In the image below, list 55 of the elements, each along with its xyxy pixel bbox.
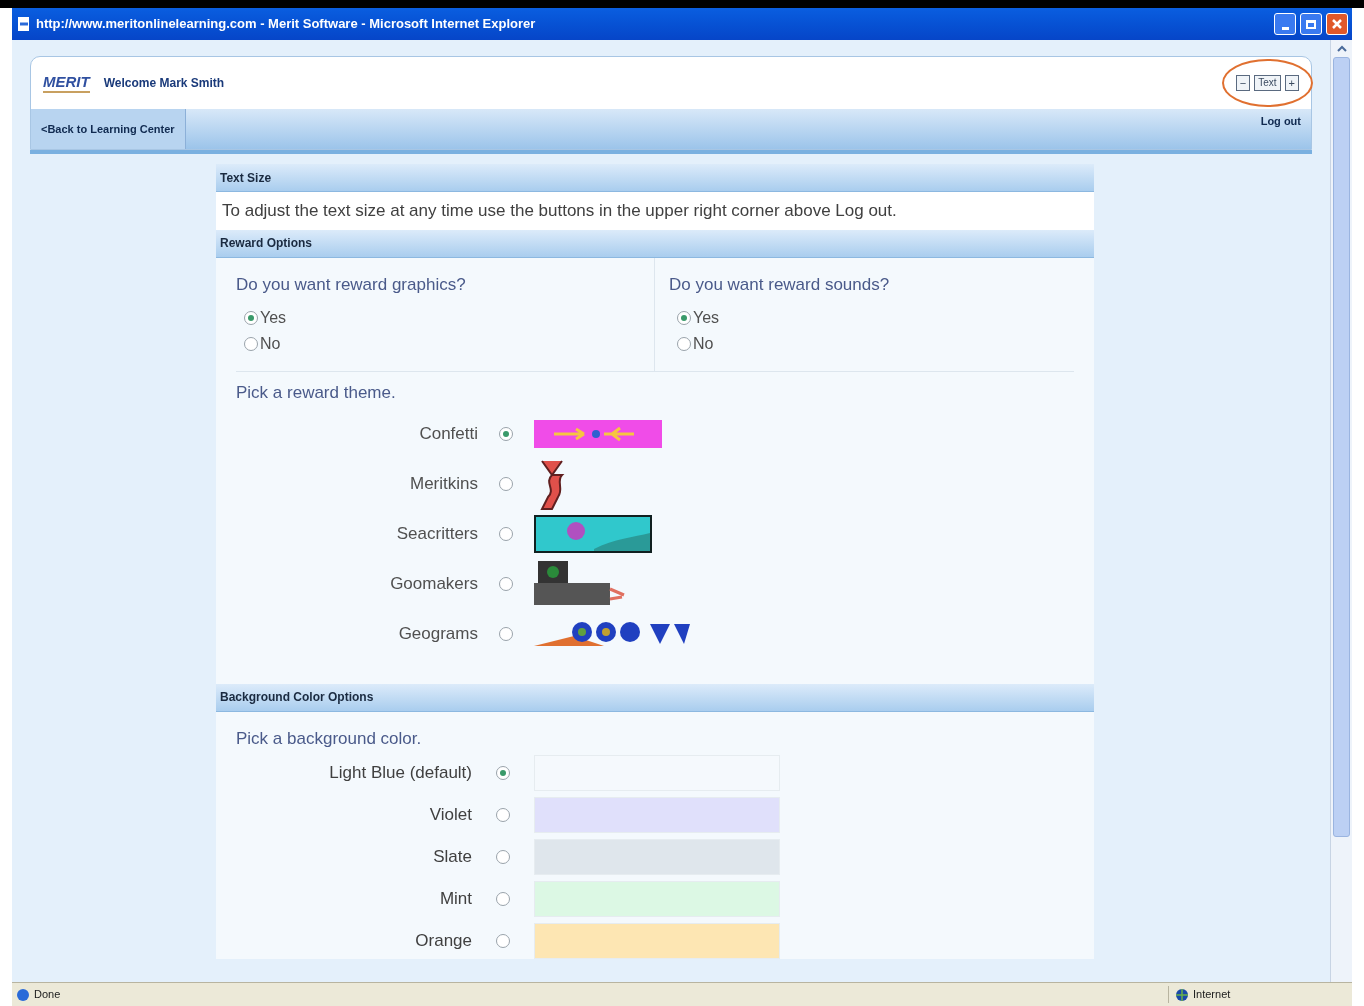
zone-text: Internet [1193, 987, 1231, 1003]
increase-text-button[interactable]: + [1284, 75, 1299, 91]
decrease-text-button[interactable]: − [1235, 75, 1251, 91]
radio-button[interactable] [677, 311, 691, 325]
welcome-text: Welcome Mark Smith [103, 75, 225, 92]
page-icon [16, 987, 30, 1002]
minimize-button[interactable] [1274, 13, 1296, 35]
close-button[interactable] [1326, 13, 1348, 35]
radio-button[interactable] [496, 766, 510, 780]
option-label: No [693, 334, 714, 354]
radio-button[interactable] [496, 808, 510, 822]
merit-logo: MERIT [43, 73, 90, 93]
radio-button[interactable] [496, 892, 510, 906]
radio-button[interactable] [499, 426, 513, 441]
page-icon [16, 16, 32, 32]
question-label: Do you want reward sounds? [669, 273, 891, 296]
scroll-thumb[interactable] [1333, 57, 1350, 837]
radio-button[interactable] [496, 934, 510, 948]
text-size-note: To adjust the text size at any time use the buttons in the upper right corner above Log out. [216, 192, 1094, 230]
question-label: Do you want reward graphics? [236, 273, 467, 296]
color-label: Slate [432, 846, 472, 869]
section-header: Reward Options [216, 229, 1094, 258]
option-label: Yes [693, 308, 720, 328]
radio-button[interactable] [677, 337, 691, 351]
color-label: Mint [438, 888, 472, 911]
radio-button[interactable] [499, 626, 513, 641]
radio-button[interactable] [244, 337, 258, 351]
radio-button[interactable] [496, 850, 510, 864]
close-icon [1332, 19, 1342, 29]
option-label: Yes [260, 308, 287, 328]
color-prompt: Pick a background color. [236, 727, 423, 750]
radio-button[interactable] [499, 526, 513, 541]
window-title: http://www.meritonlinelearning.com - Merit Software - Microsoft Internet Explorer [36, 15, 536, 34]
theme-prompt: Pick a reward theme. [236, 382, 397, 404]
back-link[interactable]: <Back to Learning Center [31, 109, 186, 149]
color-label: Orange [414, 930, 472, 953]
globe-icon [1175, 987, 1189, 1002]
radio-button[interactable] [244, 311, 258, 325]
maximize-button[interactable] [1300, 13, 1322, 35]
color-label: Violet [428, 804, 472, 827]
scroll-up-icon[interactable] [1336, 45, 1347, 52]
theme-label: Seacritters [395, 522, 478, 545]
option-label: No [260, 334, 281, 354]
theme-label: Goomakers [389, 572, 478, 595]
text-size-button[interactable]: Text [1254, 75, 1281, 91]
radio-button[interactable] [499, 576, 513, 591]
color-label: Light Blue (default) [328, 762, 472, 785]
theme-label: Meritkins [409, 472, 478, 495]
section-header: Background Color Options [216, 683, 1094, 712]
section-header: Text Size [216, 164, 1094, 192]
theme-label: Confetti [418, 422, 478, 445]
logout-link[interactable]: Log out [1260, 113, 1301, 130]
theme-label: Geograms [397, 622, 478, 645]
radio-button[interactable] [499, 476, 513, 491]
status-text: Done [34, 987, 61, 1003]
